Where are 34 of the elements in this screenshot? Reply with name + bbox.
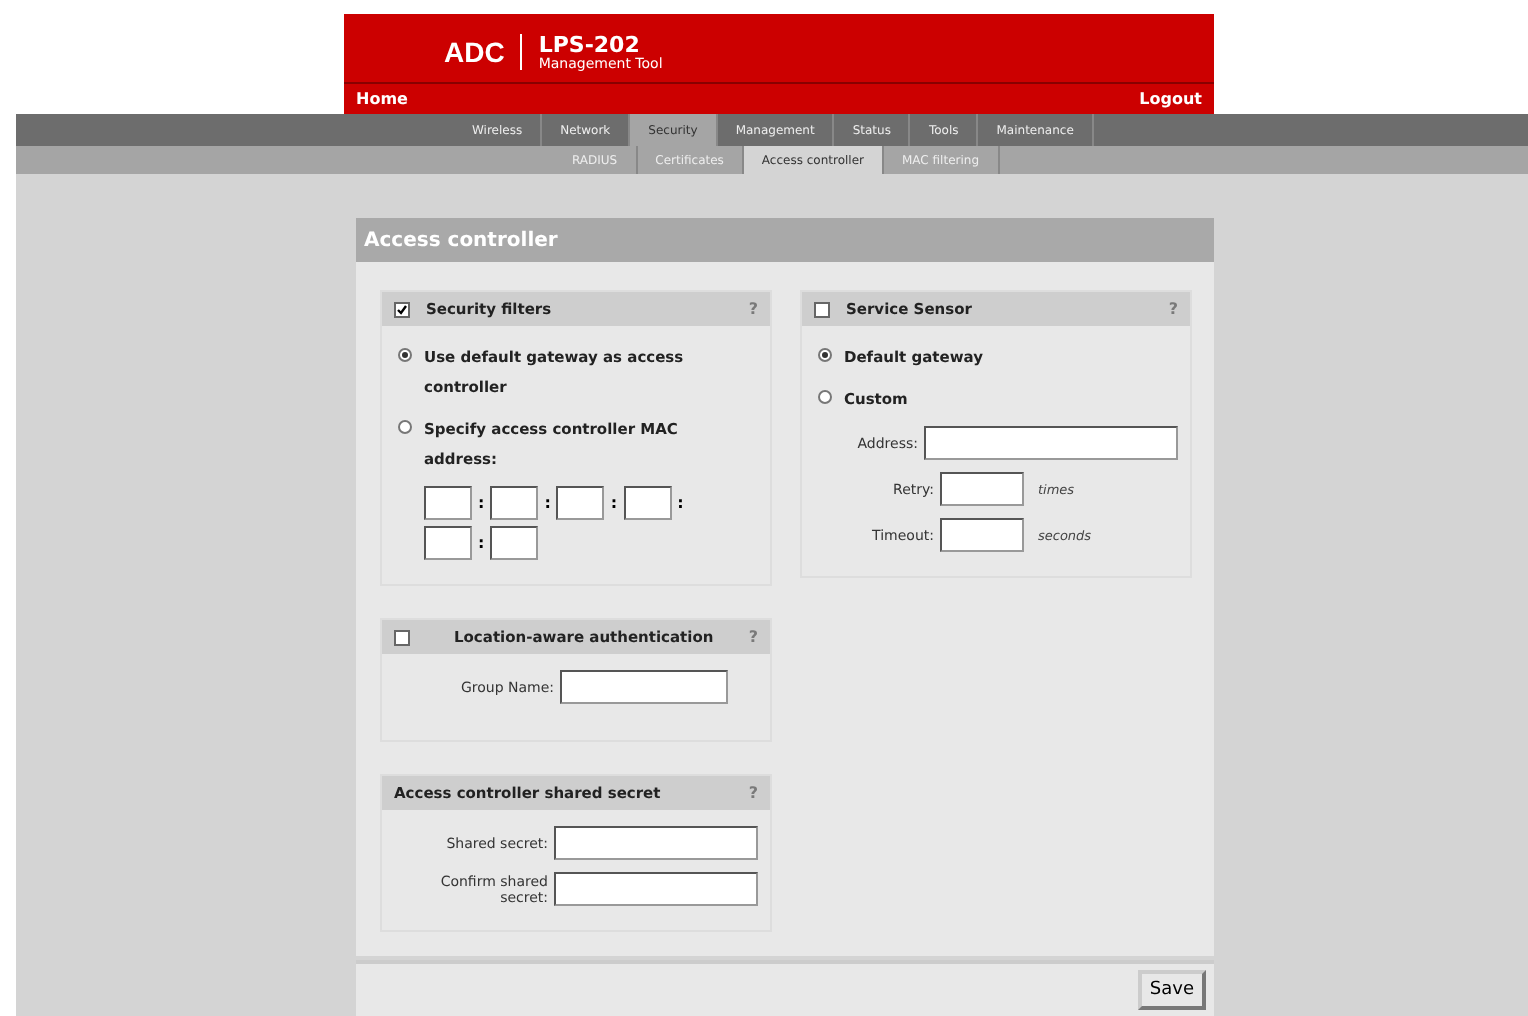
separator: :	[677, 494, 684, 512]
mac-octet-field[interactable]	[424, 486, 472, 520]
mac-octet-field[interactable]	[490, 486, 539, 520]
mac-octet-field[interactable]	[623, 486, 672, 520]
save-button[interactable]: Save	[1137, 970, 1206, 1010]
radio-button[interactable]	[398, 420, 412, 434]
separator: :	[478, 534, 485, 552]
radio-button[interactable]	[818, 390, 832, 404]
help-icon[interactable]: ?	[1168, 300, 1178, 318]
checkbox[interactable]	[814, 301, 830, 317]
mac-octet-field[interactable]	[424, 526, 472, 560]
separator: :	[610, 494, 618, 512]
input-field[interactable]	[554, 826, 758, 860]
logout-link[interactable]: Logout	[1139, 89, 1202, 107]
checkbox[interactable]	[394, 301, 410, 317]
help-icon[interactable]: ?	[748, 784, 758, 802]
mac-octet-field[interactable]	[490, 526, 539, 560]
checkbox[interactable]	[394, 629, 410, 645]
input-field[interactable]	[924, 426, 1178, 460]
separator: :	[478, 494, 485, 512]
input-field[interactable]	[940, 472, 1024, 506]
input-field[interactable]	[554, 872, 758, 906]
radio-button[interactable]	[818, 348, 832, 362]
input-field[interactable]	[560, 670, 728, 704]
input-field[interactable]	[940, 518, 1024, 552]
home-link[interactable]: Home	[356, 89, 408, 107]
product-name: LPS-202	[538, 33, 642, 55]
help-icon[interactable]: ?	[748, 300, 758, 318]
radio-button[interactable]	[398, 348, 412, 362]
logo: ADC	[444, 36, 505, 68]
mac-octet-field[interactable]	[556, 486, 605, 520]
help-icon[interactable]: ?	[748, 628, 758, 646]
panel-title: Access controller	[356, 218, 1214, 262]
separator: :	[544, 494, 551, 512]
